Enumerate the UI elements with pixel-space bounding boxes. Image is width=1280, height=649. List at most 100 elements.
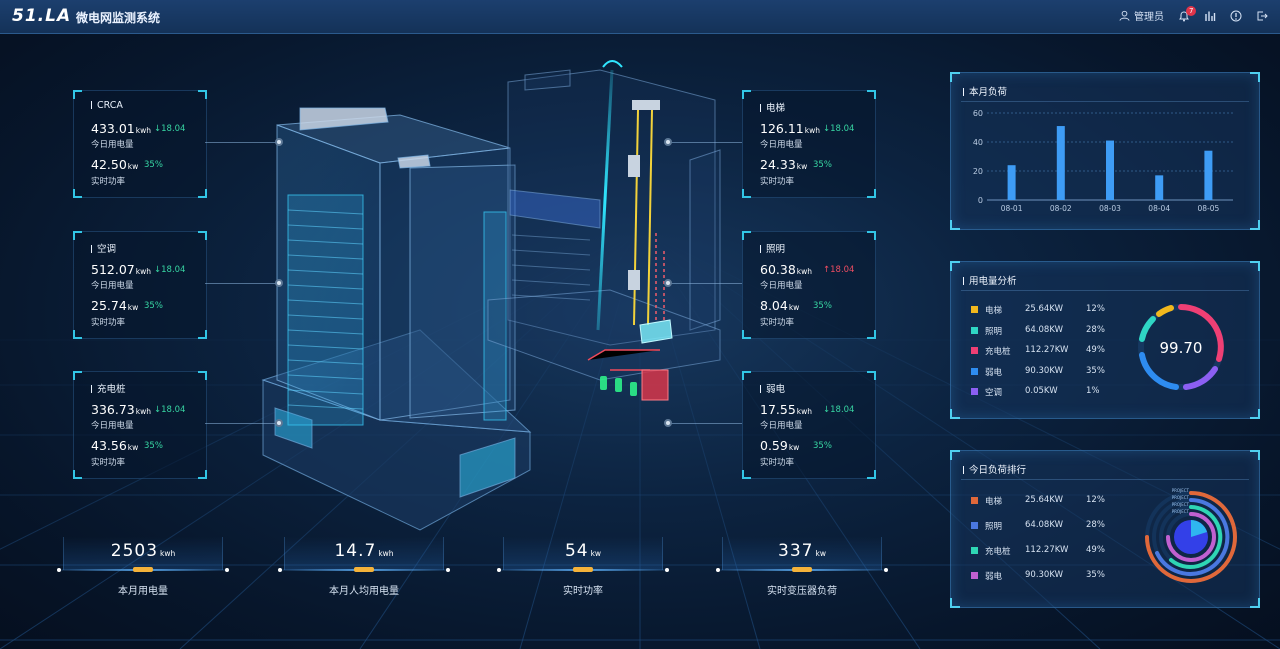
energy-value: 512.07kwh [91,262,151,277]
power-percent: 35% [144,301,163,311]
bar-08-04[interactable] [1155,175,1164,200]
power-label: 实时功率 [760,177,795,187]
hotspot-crca[interactable] [275,138,283,146]
energy-label: 今日用电量 [760,140,803,150]
legend-kw: 112.27KW [1025,345,1069,355]
energy-change: ↓18.04 [154,265,186,275]
legend-name: 充电桩 [985,547,1011,557]
legend-percent: 12% [1086,304,1105,314]
card-title: CRCA [91,100,123,111]
hotspot-lighting[interactable] [664,279,672,287]
hotspot-charging-pile[interactable] [275,419,283,427]
power-percent: 35% [144,160,163,170]
power-label: 实时功率 [91,458,126,468]
connector-line [668,283,742,284]
logout-button[interactable] [1256,10,1268,22]
bar-08-02[interactable] [1056,126,1065,200]
hotspot-weak-current[interactable] [664,419,672,427]
user-menu[interactable]: 管理员 [1119,8,1164,23]
x-tick-label: 08-03 [1099,204,1121,213]
energy-change: ↓18.04 [154,405,186,415]
card-elevator[interactable]: 电梯 126.11kwh ↓18.04 今日用电量 24.33kw 35% 实时… [742,90,876,198]
x-tick-label: 08-01 [1001,204,1023,213]
legend-percent: 49% [1086,545,1105,555]
legend-percent: 28% [1086,324,1105,335]
panel-title: 用电量分析 [963,273,1017,287]
ranking-ring-chart: PROJECT PROJECT PROJECT PROJECT [1145,488,1237,583]
y-tick-label: 40 [973,138,983,147]
stat-transformer-load: 337 kw 实时变压器负荷 [716,537,888,599]
legend-swatch [971,522,978,529]
header-actions: 管理员 7 [1119,5,1268,23]
power-percent: 35% [813,301,832,311]
power-value: 0.59kw [760,438,800,453]
legend-percent: 35% [1086,570,1105,580]
legend-name: 充电桩 [985,347,1011,357]
legend-percent: 1% [1086,386,1100,396]
energy-value: 433.01kwh [91,121,151,136]
card-crca[interactable]: CRCA 433.01kwh ↓18.04 今日用电量 42.50kw 35% … [73,90,207,198]
energy-value: 126.11kwh [760,121,820,136]
legend-swatch [971,497,978,504]
energy-label: 今日用电量 [760,421,803,431]
bar-chart-icon [1205,11,1216,21]
bar-08-05[interactable] [1204,150,1213,200]
legend-swatch [971,547,978,554]
legend-name: 照明 [985,522,1003,532]
bar-08-01[interactable] [1007,165,1016,200]
stat-monthly-energy: 2503 kwh 本月用电量 [57,537,229,599]
power-percent: 35% [813,160,832,170]
legend-name: 弱电 [985,367,1003,378]
power-value: 24.33kw [760,157,808,172]
legend-kw: 112.27KW [1025,545,1069,555]
monthly-load-panel: 本月负荷 0 20 40 60 08-01 08-02 08-03 08-04 08-05 [950,72,1260,230]
user-icon [1119,10,1130,21]
gauge-value: 99.70 [1160,339,1203,357]
notification-button[interactable]: 7 [1178,5,1197,22]
notification-badge: 7 [1186,5,1197,16]
info-button[interactable] [1230,10,1242,22]
stat-value: 54 kw [564,541,602,561]
legend-kw: 0.05KW [1025,386,1058,396]
card-weak-current[interactable]: 弱电 17.55kwh ↓18.04 今日用电量 0.59kw 35% 实时功率 [742,371,876,479]
connector-line [205,423,279,424]
hotspot-air-conditioner[interactable] [275,279,283,287]
y-tick-label: 0 [978,196,983,205]
ring-label: PROJECT [1172,509,1190,514]
energy-value: 60.38kwh [760,262,813,277]
legend-name: 弱电 [985,572,1003,582]
legend-kw: 64.08KW [1025,324,1064,335]
x-tick-label: 08-04 [1148,204,1170,213]
legend-swatch [971,388,978,395]
legend-swatch [971,367,978,375]
card-title: 空调 [91,241,116,255]
card-charging-pile[interactable]: 充电桩 336.73kwh ↓18.04 今日用电量 43.56kw 35% 实… [73,371,207,479]
card-lighting[interactable]: 照明 60.38kwh ↑18.04 今日用电量 8.04kw 35% 实时功率 [742,231,876,339]
legend-kw: 64.08KW [1025,520,1064,530]
ring-label: PROJECT [1172,502,1190,507]
legend-name: 电梯 [985,306,1003,316]
username: 管理员 [1134,12,1164,23]
stat-value: 14.7 kwh [334,541,394,561]
stats-button[interactable] [1204,10,1216,22]
energy-change: ↓18.04 [154,124,186,134]
energy-label: 今日用电量 [91,281,134,291]
usage-gauge: 99.70 [1138,304,1224,390]
stat-label: 实时变压器负荷 [767,586,837,597]
ring-label: PROJECT [1172,488,1190,493]
energy-change: ↓18.04 [823,405,855,415]
card-title: 电梯 [760,100,785,114]
connector-line [205,283,279,284]
load-ranking-panel: 今日负荷排行 电梯 25.64KW 12% 照明 64.08KW 28% 充电桩 112.27… [950,450,1260,608]
connector-line [205,142,279,143]
stat-value: 2503 kwh [110,541,176,561]
legend-swatch [971,306,978,313]
hotspot-elevator[interactable] [664,138,672,146]
card-air-conditioner[interactable]: 空调 512.07kwh ↓18.04 今日用电量 25.74kw 35% 实时… [73,231,207,339]
bar-08-03[interactable] [1106,140,1114,200]
stat-label: 本月用电量 [118,586,168,597]
x-tick-label: 08-02 [1050,204,1072,213]
power-label: 实时功率 [91,318,126,328]
power-percent: 35% [813,441,832,451]
legend-percent: 35% [1086,365,1105,376]
